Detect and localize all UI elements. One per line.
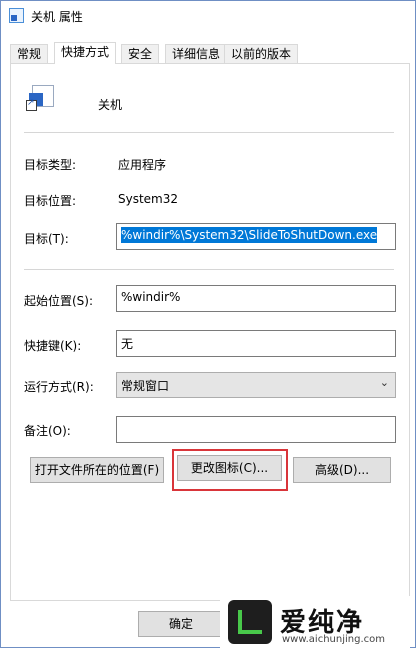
target-location-label: 目标位置: <box>24 194 77 208</box>
hotkey-label: 快捷键(K): <box>24 339 82 353</box>
highlight-box <box>172 449 288 491</box>
target-input[interactable]: %windir%\System32\SlideToShutDown.exe <box>116 223 396 250</box>
run-select-value: 常规窗口 <box>121 379 170 393</box>
divider <box>24 269 394 270</box>
tab-details[interactable]: 详细信息 <box>165 44 228 63</box>
tab-previous-versions[interactable]: 以前的版本 <box>224 44 299 63</box>
target-type-label: 目标类型: <box>24 158 77 172</box>
logo-icon <box>228 600 272 644</box>
run-select[interactable]: 常规窗口 ⌄ <box>116 372 396 398</box>
shortcut-arrow-icon <box>26 98 37 111</box>
start-in-input[interactable]: %windir% <box>116 285 396 312</box>
start-in-label: 起始位置(S): <box>24 294 94 308</box>
shortcut-icon <box>9 8 24 23</box>
watermark: 爱纯净 www.aichunjing.com <box>220 596 410 648</box>
tab-shortcut[interactable]: 快捷方式 <box>54 42 117 64</box>
title-bar: 关机 属性 <box>1 1 415 31</box>
target-type-value: 应用程序 <box>118 158 167 172</box>
shortcut-large-icon <box>26 85 54 111</box>
watermark-url: www.aichunjing.com <box>282 634 385 645</box>
hotkey-input[interactable]: 无 <box>116 330 396 357</box>
target-label: 目标(T): <box>24 232 69 246</box>
properties-window: 关机 属性 常规 快捷方式 安全 详细信息 以前的版本 <box>0 0 416 648</box>
shortcut-name: 关机 <box>98 98 123 112</box>
tab-general[interactable]: 常规 <box>10 44 49 63</box>
comment-input[interactable] <box>116 416 396 443</box>
target-location-value: System32 <box>118 192 179 206</box>
advanced-button[interactable]: 高级(D)... <box>293 457 391 483</box>
run-label: 运行方式(R): <box>24 380 94 394</box>
open-file-location-button[interactable]: 打开文件所在的位置(F) <box>30 457 164 483</box>
chevron-down-icon: ⌄ <box>379 376 389 389</box>
window-title: 关机 属性 <box>31 10 83 24</box>
target-input-text: %windir%\System32\SlideToShutDown.exe <box>121 227 378 243</box>
ok-button[interactable]: 确定 <box>138 611 224 637</box>
divider <box>24 132 394 133</box>
comment-label: 备注(O): <box>24 424 71 438</box>
tab-security[interactable]: 安全 <box>121 44 160 63</box>
